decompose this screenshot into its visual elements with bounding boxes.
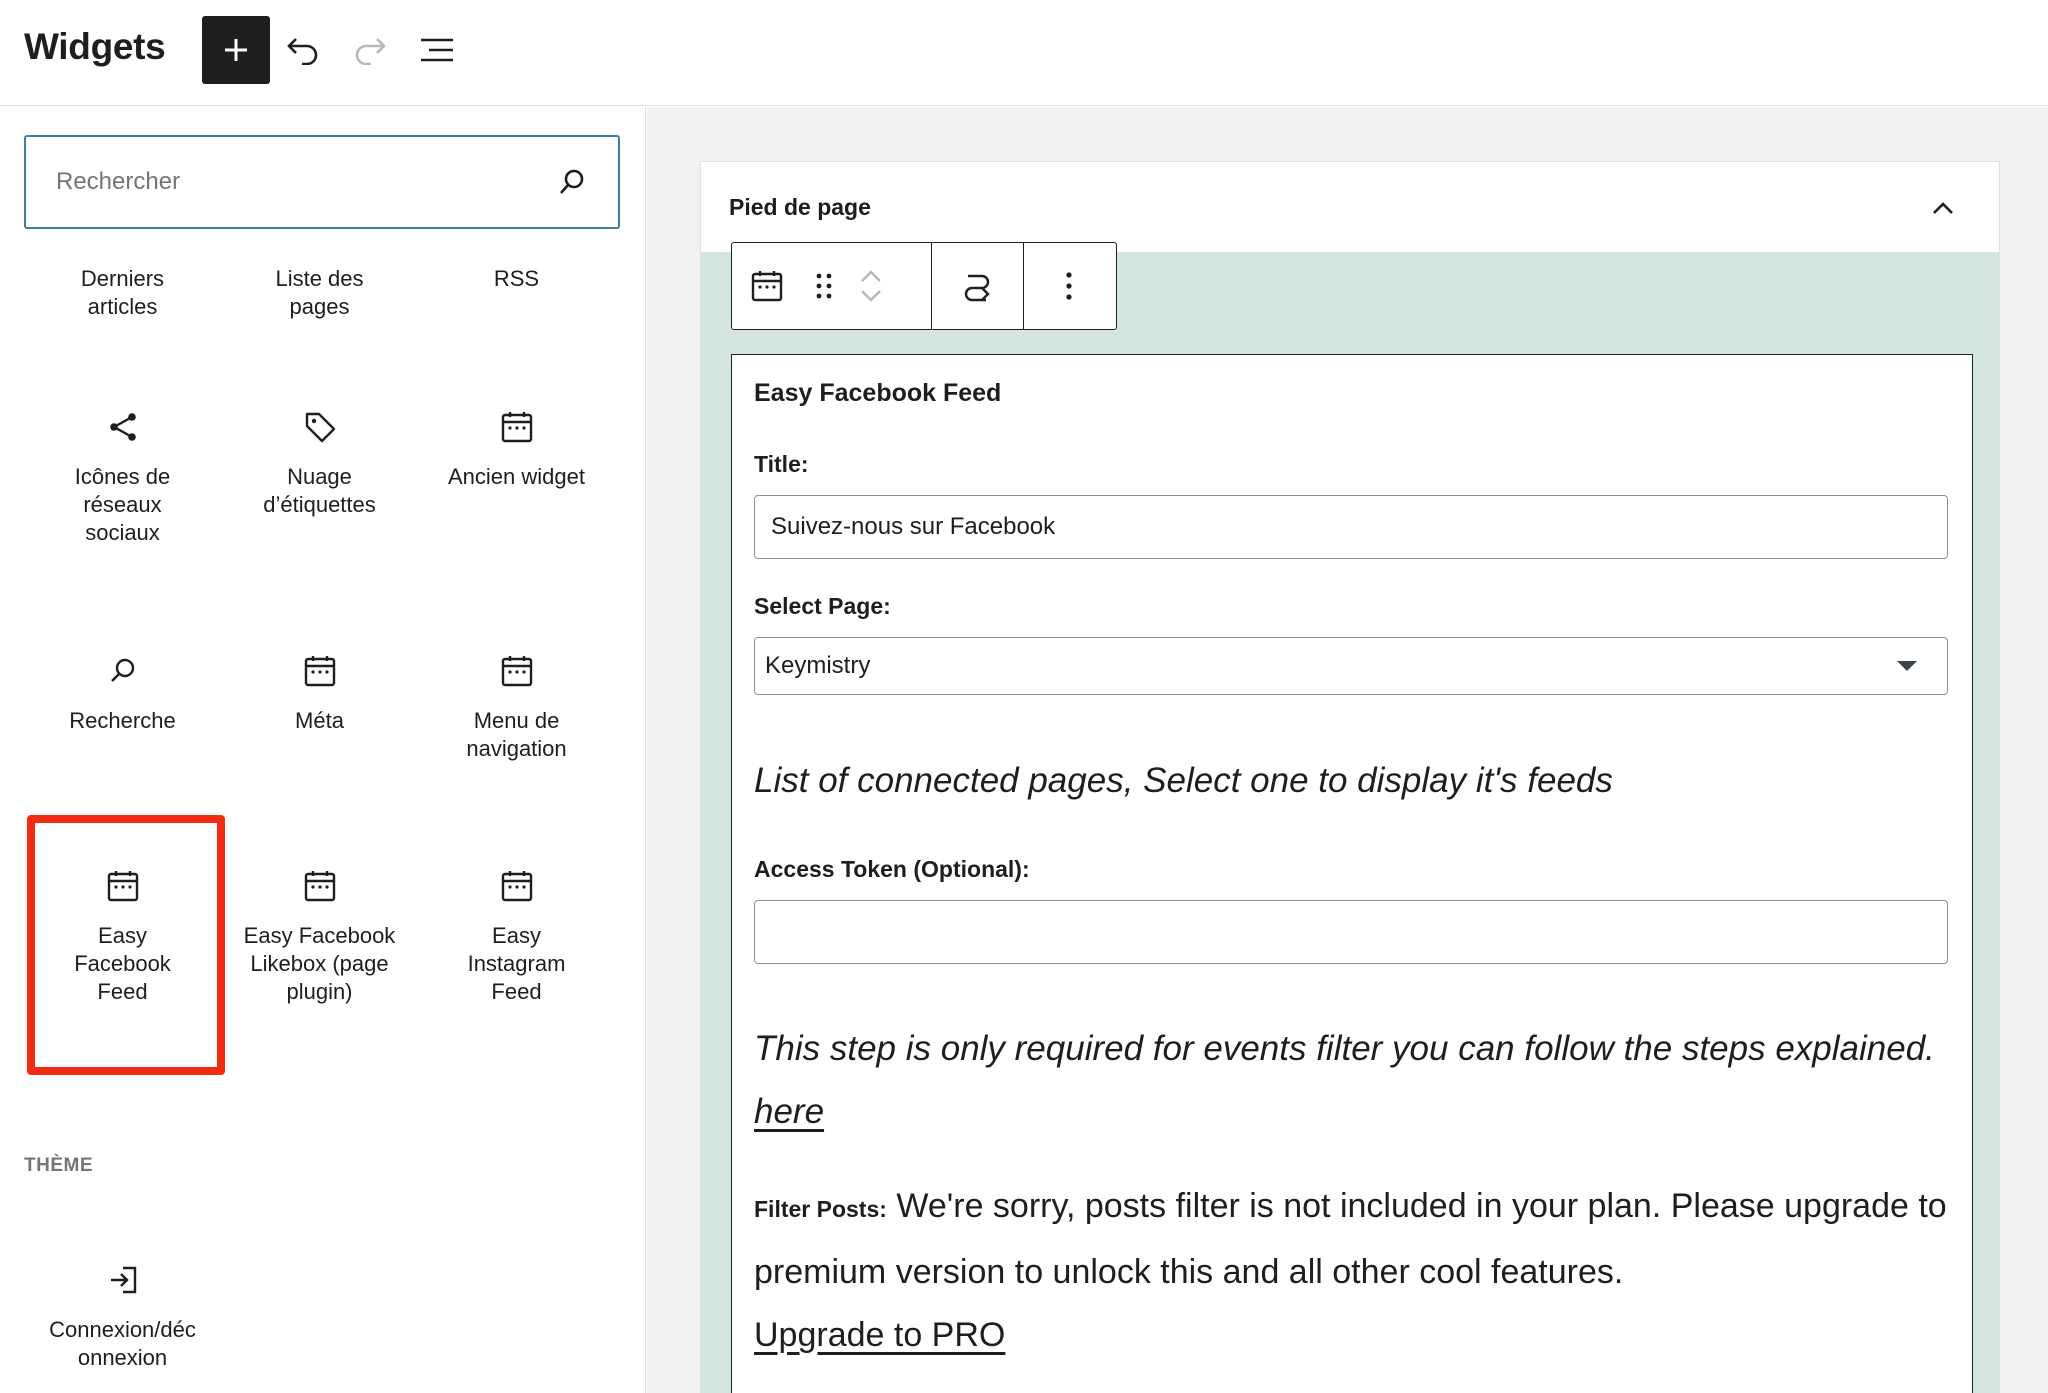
- toolbar-group-transform: [932, 243, 1024, 329]
- chevron-down-icon: [1897, 661, 1917, 671]
- toolbar-group-block: [732, 243, 932, 329]
- widget-area-footer: Pied de page Easy Facebook Feed Title: S…: [700, 161, 2000, 1393]
- list-view-icon: [421, 38, 453, 62]
- block-social-icons[interactable]: Icônes de réseaux sociaux: [24, 409, 221, 547]
- select-page-dropdown[interactable]: Keymistry: [754, 637, 1948, 695]
- block-type-button[interactable]: [732, 243, 802, 329]
- transform-icon: [964, 274, 990, 302]
- title-label: Title:: [754, 451, 809, 477]
- upgrade-pro-link[interactable]: Upgrade to PRO: [754, 1316, 1005, 1354]
- collapse-area-button[interactable]: [1927, 192, 1959, 224]
- pages-note: List of connected pages, Select one to d…: [754, 761, 1613, 800]
- theme-section-label: THÈME: [24, 1155, 93, 1176]
- filter-posts-label: Filter Posts:: [754, 1196, 887, 1222]
- block-label: Derniers articles: [80, 266, 165, 319]
- block-label: Easy Facebook Likebox (page plugin): [243, 923, 396, 1004]
- tag-icon: [305, 412, 335, 443]
- select-page-label: Select Page:: [754, 593, 891, 619]
- block-navigation-menu[interactable]: Menu de navigation: [418, 653, 615, 763]
- page-title: Widgets: [24, 26, 166, 67]
- plus-icon: [225, 39, 247, 61]
- chevron-down-icon[interactable]: [859, 289, 883, 303]
- calendar-icon: [304, 871, 335, 902]
- block-legacy-widget[interactable]: Ancien widget: [418, 409, 615, 491]
- block-latest-posts[interactable]: Derniers articles: [24, 265, 221, 321]
- drag-handle-icon: [816, 273, 832, 299]
- here-link[interactable]: here: [754, 1092, 824, 1131]
- block-label: Easy Instagram Feed: [467, 923, 566, 1004]
- calendar-icon: [501, 871, 532, 902]
- block-tag-cloud[interactable]: Nuage d’étiquettes: [221, 409, 418, 519]
- search-icon: [110, 658, 134, 682]
- highlight-box: [27, 815, 225, 1075]
- undo-icon: [287, 38, 318, 65]
- calendar-icon: [501, 656, 532, 687]
- block-easy-instagram-feed[interactable]: Easy Instagram Feed: [418, 868, 615, 1006]
- redo-button[interactable]: [340, 20, 400, 80]
- chevron-up-icon[interactable]: [859, 269, 883, 283]
- transform-button[interactable]: [932, 243, 1023, 329]
- search-icon[interactable]: [556, 166, 588, 198]
- block-meta[interactable]: Méta: [221, 653, 418, 735]
- drag-handle[interactable]: [802, 243, 846, 329]
- token-note: This step is only required for events fi…: [754, 1017, 1964, 1143]
- block-label: Icônes de réseaux sociaux: [74, 464, 171, 545]
- block-page-list[interactable]: Liste des pages: [221, 265, 418, 321]
- more-vertical-icon: [1066, 272, 1072, 300]
- chevron-up-icon: [1933, 202, 1953, 214]
- filter-posts-notice: Filter Posts: We're sorry, posts filter …: [754, 1175, 1954, 1367]
- calendar-icon: [501, 412, 532, 443]
- access-token-label: Access Token (Optional):: [754, 856, 1030, 882]
- block-label: Recherche: [69, 708, 176, 733]
- block-inserter-panel: Derniers articles Liste des pages RSS Ic…: [0, 107, 646, 1393]
- token-note-text: This step is only required for events fi…: [754, 1029, 1935, 1068]
- block-label: RSS: [493, 266, 540, 291]
- list-view-button[interactable]: [407, 20, 467, 80]
- redo-icon: [355, 38, 386, 65]
- add-block-button[interactable]: [202, 16, 270, 84]
- access-token-input[interactable]: [754, 900, 1948, 964]
- widget-title: Easy Facebook Feed: [754, 379, 1002, 407]
- block-label: Liste des pages: [275, 266, 364, 319]
- easy-facebook-feed-widget: Easy Facebook Feed Title: Select Page: K…: [731, 354, 1973, 1393]
- toolbar-group-options: [1024, 243, 1114, 329]
- filter-posts-text: We're sorry, posts filter is not include…: [754, 1187, 1947, 1291]
- block-rss[interactable]: RSS: [418, 265, 615, 293]
- undo-button[interactable]: [273, 20, 333, 80]
- block-label: Nuage d’étiquettes: [263, 464, 376, 517]
- top-toolbar: Widgets: [0, 0, 2048, 106]
- block-login-logout[interactable]: Connexion/déconnexion: [24, 1262, 221, 1372]
- search-input[interactable]: [56, 168, 556, 196]
- editor-canvas: Pied de page Easy Facebook Feed Title: S…: [647, 107, 2048, 1393]
- block-movers: [846, 243, 896, 329]
- block-label: Méta: [295, 708, 344, 733]
- more-options-button[interactable]: [1024, 243, 1114, 329]
- block-toolbar: [731, 242, 1117, 330]
- login-icon: [110, 1266, 136, 1294]
- calendar-icon: [304, 656, 335, 687]
- share-icon: [109, 413, 136, 441]
- block-easy-facebook-likebox[interactable]: Easy Facebook Likebox (page plugin): [221, 868, 418, 1006]
- title-input[interactable]: [754, 495, 1948, 559]
- block-search[interactable]: Recherche: [24, 653, 221, 735]
- block-label: Connexion/déconnexion: [49, 1317, 196, 1370]
- select-page-value: Keymistry: [765, 652, 871, 679]
- block-label: Menu de navigation: [466, 708, 567, 761]
- search-box: [24, 135, 620, 229]
- widget-area-title: Pied de page: [729, 194, 871, 220]
- calendar-icon: [751, 271, 783, 302]
- block-label: Ancien widget: [448, 464, 585, 489]
